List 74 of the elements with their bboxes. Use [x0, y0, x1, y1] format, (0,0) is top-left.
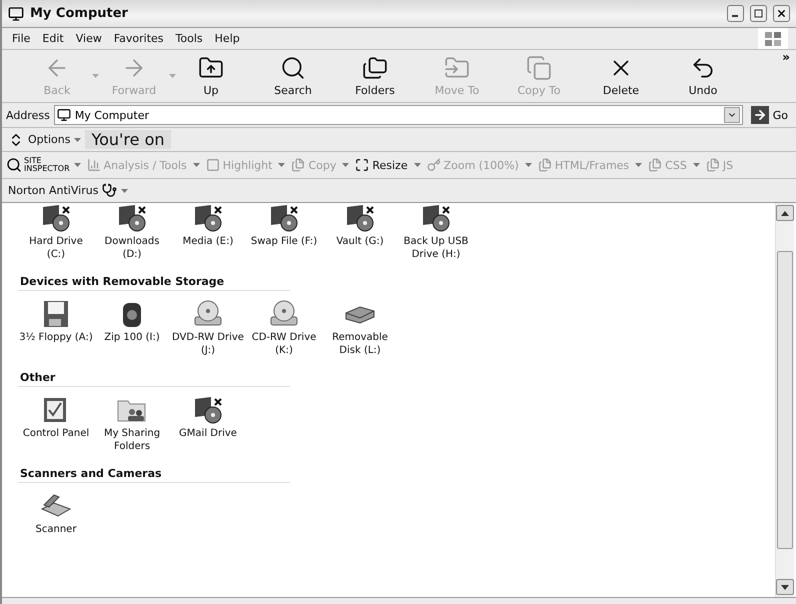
copy-icon [526, 55, 552, 81]
resize-icon [355, 158, 370, 172]
menu-item[interactable]: View [70, 32, 108, 45]
down-arrow-icon [781, 584, 789, 590]
files-icon [706, 158, 720, 172]
close-button[interactable] [773, 5, 790, 22]
scroll-down-button[interactable] [776, 579, 794, 595]
item-label[interactable]: CD-RW Drive (K:) [247, 331, 321, 357]
caret-icon[interactable] [74, 138, 82, 142]
up-arrow-icon [781, 210, 789, 216]
item-label[interactable]: Hard Drive (C:) [19, 235, 93, 261]
files-icon [648, 158, 662, 172]
item-label[interactable]: My Sharing Folders [95, 427, 169, 453]
scroll-up-button[interactable] [776, 205, 794, 221]
files-icon [291, 158, 306, 172]
caret-icon[interactable] [278, 163, 286, 167]
item-label[interactable]: DVD-RW Drive (J:) [171, 331, 245, 357]
close-icon [776, 8, 787, 19]
menu-item[interactable]: Tools [170, 32, 209, 45]
address-field[interactable]: My Computer [54, 105, 743, 125]
site-inspector-logo[interactable]: SITE INSPECTOR [6, 157, 70, 173]
item-label[interactable]: Downloads (D:) [95, 235, 169, 261]
menu-item[interactable]: Favorites [108, 32, 170, 45]
options-menu[interactable]: Options [28, 133, 70, 146]
toolbar-button[interactable]: Undo [662, 55, 744, 97]
item-label[interactable]: Control Panel [19, 427, 93, 440]
item-label[interactable]: Back Up USB Drive (H:) [399, 235, 473, 261]
computer-icon [56, 108, 71, 122]
search-icon [280, 55, 306, 81]
overflow-button[interactable]: » [782, 50, 790, 64]
caret-icon[interactable] [414, 163, 421, 167]
norton-label: Norton AntiVirus [8, 184, 98, 197]
toolbar-button[interactable]: Search [252, 55, 334, 97]
item-label[interactable]: Media (E:) [171, 235, 245, 248]
item-label[interactable]: Zip 100 (I:) [95, 331, 169, 344]
toolbar-button[interactable]: Resize [353, 158, 410, 172]
window-title: My Computer [30, 6, 129, 21]
chart-icon [86, 158, 101, 172]
group-heading: Scanners and Cameras [18, 453, 290, 483]
folders-icon [362, 55, 388, 81]
group-heading: Devices with Removable Storage [18, 261, 290, 291]
menu-item[interactable]: File [6, 32, 36, 45]
item-label[interactable]: GMail Drive [171, 427, 245, 440]
item-label[interactable]: Removable Disk (L:) [323, 331, 397, 357]
minimize-button[interactable] [727, 5, 744, 22]
caret-icon[interactable] [121, 188, 128, 192]
square-icon [206, 158, 220, 172]
maximize-icon [754, 9, 763, 18]
stethoscope-icon[interactable] [102, 183, 118, 198]
scroll-thumb[interactable] [777, 251, 793, 549]
group-heading: Other [18, 357, 290, 387]
scrollbar[interactable] [775, 203, 794, 597]
menu-item[interactable]: Edit [36, 32, 70, 45]
item-label[interactable]: Swap File (F:) [247, 235, 321, 248]
address-label: Address [6, 108, 50, 122]
files-icon [538, 158, 552, 172]
dropdown-button[interactable] [724, 107, 740, 123]
caret-icon[interactable] [74, 163, 81, 167]
banner-text: You're on [85, 130, 171, 149]
item-label[interactable]: Vault (G:) [323, 235, 397, 248]
caret-icon[interactable] [692, 163, 700, 167]
caret-icon[interactable] [342, 163, 350, 167]
item-label[interactable]: 3½ Floppy (A:) [19, 331, 93, 344]
key-icon [426, 158, 441, 172]
item-label[interactable]: Scanner [19, 523, 93, 536]
menu-item[interactable]: Help [208, 32, 246, 45]
caret-icon[interactable] [192, 163, 200, 167]
maximize-button[interactable] [750, 5, 767, 22]
toolbar-button[interactable]: Folders [334, 55, 416, 97]
caret-icon[interactable] [524, 163, 532, 167]
go-button[interactable]: Go [746, 106, 792, 124]
computer-icon [8, 6, 24, 22]
caret-icon[interactable] [635, 163, 642, 167]
toolbar-button[interactable]: Delete [580, 55, 662, 97]
